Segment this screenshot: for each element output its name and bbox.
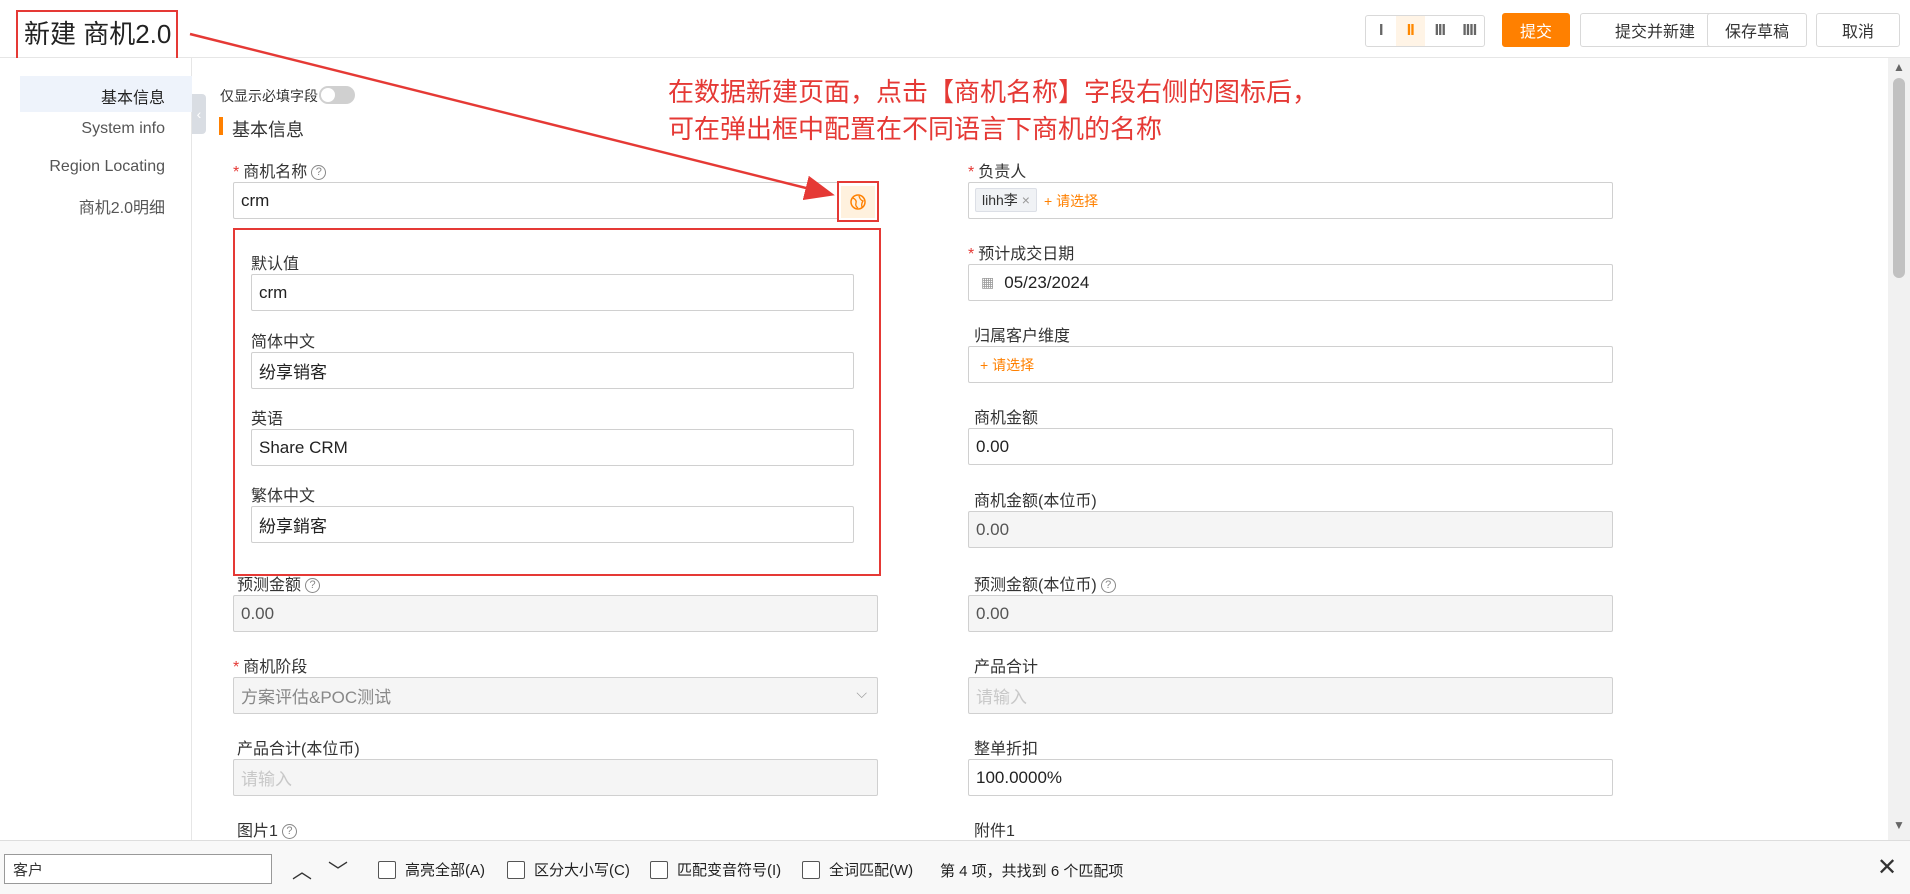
- checkbox-icon: [378, 860, 396, 879]
- match-diacritics-checkbox[interactable]: 匹配变音符号(I): [650, 859, 781, 880]
- scroll-up-icon[interactable]: ▲: [1888, 60, 1910, 80]
- scroll-down-icon[interactable]: ▼: [1888, 818, 1910, 838]
- page: 新建 商机2.0 I II III IIII 提交 提交并新建 保存草稿 取消 …: [0, 0, 1910, 894]
- vertical-scrollbar[interactable]: ▲ ▼: [1888, 58, 1910, 840]
- checkbox-icon: [507, 860, 525, 879]
- find-bar: 客户 ︿ ﹀ 高亮全部(A) 区分大小写(C) 匹配变音符号(I) 全词匹配(W…: [0, 840, 1910, 894]
- whole-words-checkbox[interactable]: 全词匹配(W): [802, 859, 913, 880]
- close-icon[interactable]: ✕: [1877, 853, 1897, 882]
- find-next-icon[interactable]: ﹀: [328, 855, 348, 884]
- highlight-all-checkbox[interactable]: 高亮全部(A): [378, 859, 485, 880]
- find-previous-icon[interactable]: ︿: [292, 855, 312, 884]
- checkbox-icon: [802, 860, 820, 879]
- find-result-count: 第 4 项，共找到 6 个匹配项: [940, 863, 1124, 880]
- find-input[interactable]: 客户: [4, 854, 272, 884]
- checkbox-icon: [650, 860, 668, 879]
- match-case-checkbox[interactable]: 区分大小写(C): [507, 859, 630, 880]
- scrollbar-thumb[interactable]: [1893, 78, 1905, 278]
- annotation-arrow: [189, 32, 835, 201]
